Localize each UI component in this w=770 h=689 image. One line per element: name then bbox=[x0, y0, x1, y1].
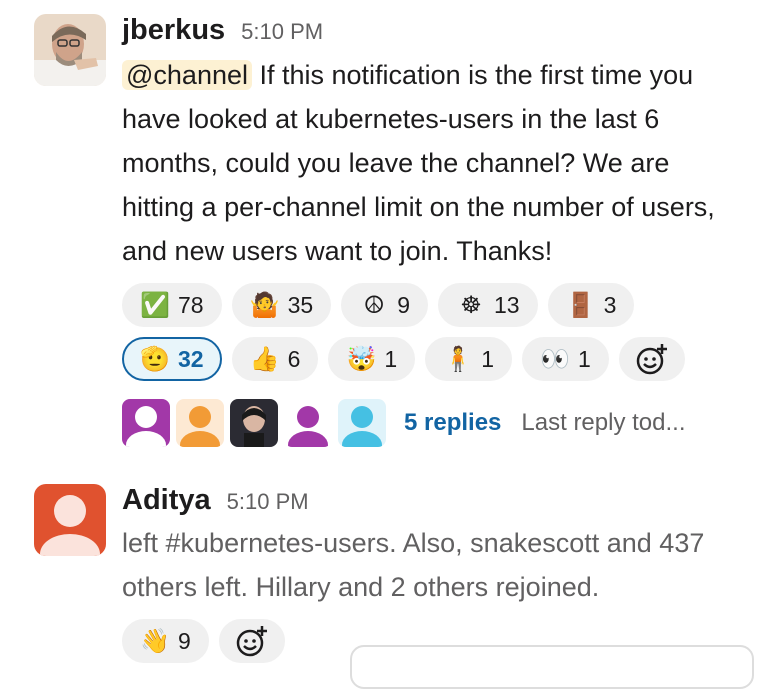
avatar-aditya[interactable] bbox=[34, 484, 106, 556]
input-box-edge[interactable] bbox=[350, 645, 754, 689]
reaction-door[interactable]: 🚪 3 bbox=[547, 283, 635, 327]
reaction-count: 3 bbox=[603, 291, 617, 318]
waving-hand-icon: 👋 bbox=[140, 627, 170, 655]
timestamp[interactable]: 5:10 PM bbox=[227, 489, 309, 515]
reply-avatar bbox=[176, 399, 224, 447]
avatar-jberkus[interactable] bbox=[34, 14, 106, 86]
reaction-count: 1 bbox=[384, 345, 398, 372]
reaction-saluting-face[interactable]: 🫡 32 bbox=[122, 337, 222, 381]
reaction-check-mark[interactable]: ✅ 78 bbox=[122, 283, 222, 327]
eyes-icon: 👀 bbox=[540, 345, 570, 373]
reaction-peace-sign[interactable]: ☮ 9 bbox=[341, 283, 428, 327]
peace-sign-icon: ☮ bbox=[363, 291, 385, 319]
reaction-count: 35 bbox=[287, 291, 314, 318]
reaction-person-in-green[interactable]: 🧍 1 bbox=[425, 337, 512, 381]
reaction-count: 1 bbox=[577, 345, 591, 372]
timestamp[interactable]: 5:10 PM bbox=[241, 19, 323, 45]
thumbs-up-icon: 👍 bbox=[249, 345, 280, 373]
reply-avatar bbox=[230, 399, 278, 447]
door-icon: 🚪 bbox=[565, 291, 596, 319]
replies-link[interactable]: 5 replies bbox=[404, 409, 501, 437]
reply-avatar bbox=[122, 399, 170, 447]
system-message-text: left #kubernetes-users. Also, snakescott… bbox=[122, 528, 705, 602]
thread-bar[interactable]: 5 replies Last reply tod... bbox=[122, 399, 750, 447]
reaction-count: 32 bbox=[178, 345, 204, 372]
reply-avatar bbox=[338, 399, 386, 447]
person-in-green-icon: 🧍 bbox=[443, 345, 474, 373]
reactions-bar: ✅ 78 🤷 35 ☮ 9 ☸ 13 🚪 3 🫡 32 👍 6 🤯 1 🧍 1 👀 1 bbox=[122, 283, 742, 381]
reaction-exploding-head[interactable]: 🤯 1 bbox=[328, 337, 416, 381]
reply-avatar bbox=[284, 399, 332, 447]
check-mark-icon: ✅ bbox=[140, 291, 170, 319]
reaction-count: 6 bbox=[287, 345, 301, 372]
saluting-face-icon: 🫡 bbox=[140, 345, 170, 373]
channel-mention[interactable]: @channel bbox=[122, 60, 252, 90]
author-name[interactable]: jberkus bbox=[122, 14, 225, 47]
author-name[interactable]: Aditya bbox=[122, 484, 211, 517]
last-reply-text: Last reply tod... bbox=[521, 409, 686, 436]
message-body: If this notification is the first time y… bbox=[122, 60, 715, 266]
reaction-count: 1 bbox=[481, 345, 494, 372]
reaction-count: 9 bbox=[397, 291, 410, 318]
reaction-eyes[interactable]: 👀 1 bbox=[521, 337, 609, 381]
kubernetes-icon: ☸ bbox=[460, 291, 482, 319]
reaction-kubernetes[interactable]: ☸ 13 bbox=[437, 283, 538, 327]
reaction-count: 9 bbox=[178, 627, 191, 654]
add-reaction-button[interactable] bbox=[218, 619, 285, 663]
add-emoji-icon bbox=[236, 626, 267, 657]
reaction-thumbs-up[interactable]: 👍 6 bbox=[231, 337, 319, 381]
exploding-head-icon: 🤯 bbox=[346, 345, 377, 373]
reaction-count: 13 bbox=[493, 291, 520, 318]
add-emoji-icon bbox=[636, 344, 667, 375]
reaction-shrug-bird[interactable]: 🤷 35 bbox=[231, 283, 332, 327]
shrug-bird-icon: 🤷 bbox=[249, 291, 280, 319]
add-reaction-button[interactable] bbox=[618, 337, 685, 381]
message-text: @channel If this notification is the fir… bbox=[122, 53, 747, 273]
reaction-count: 78 bbox=[178, 291, 204, 318]
reaction-waving-hand[interactable]: 👋 9 bbox=[122, 619, 209, 663]
